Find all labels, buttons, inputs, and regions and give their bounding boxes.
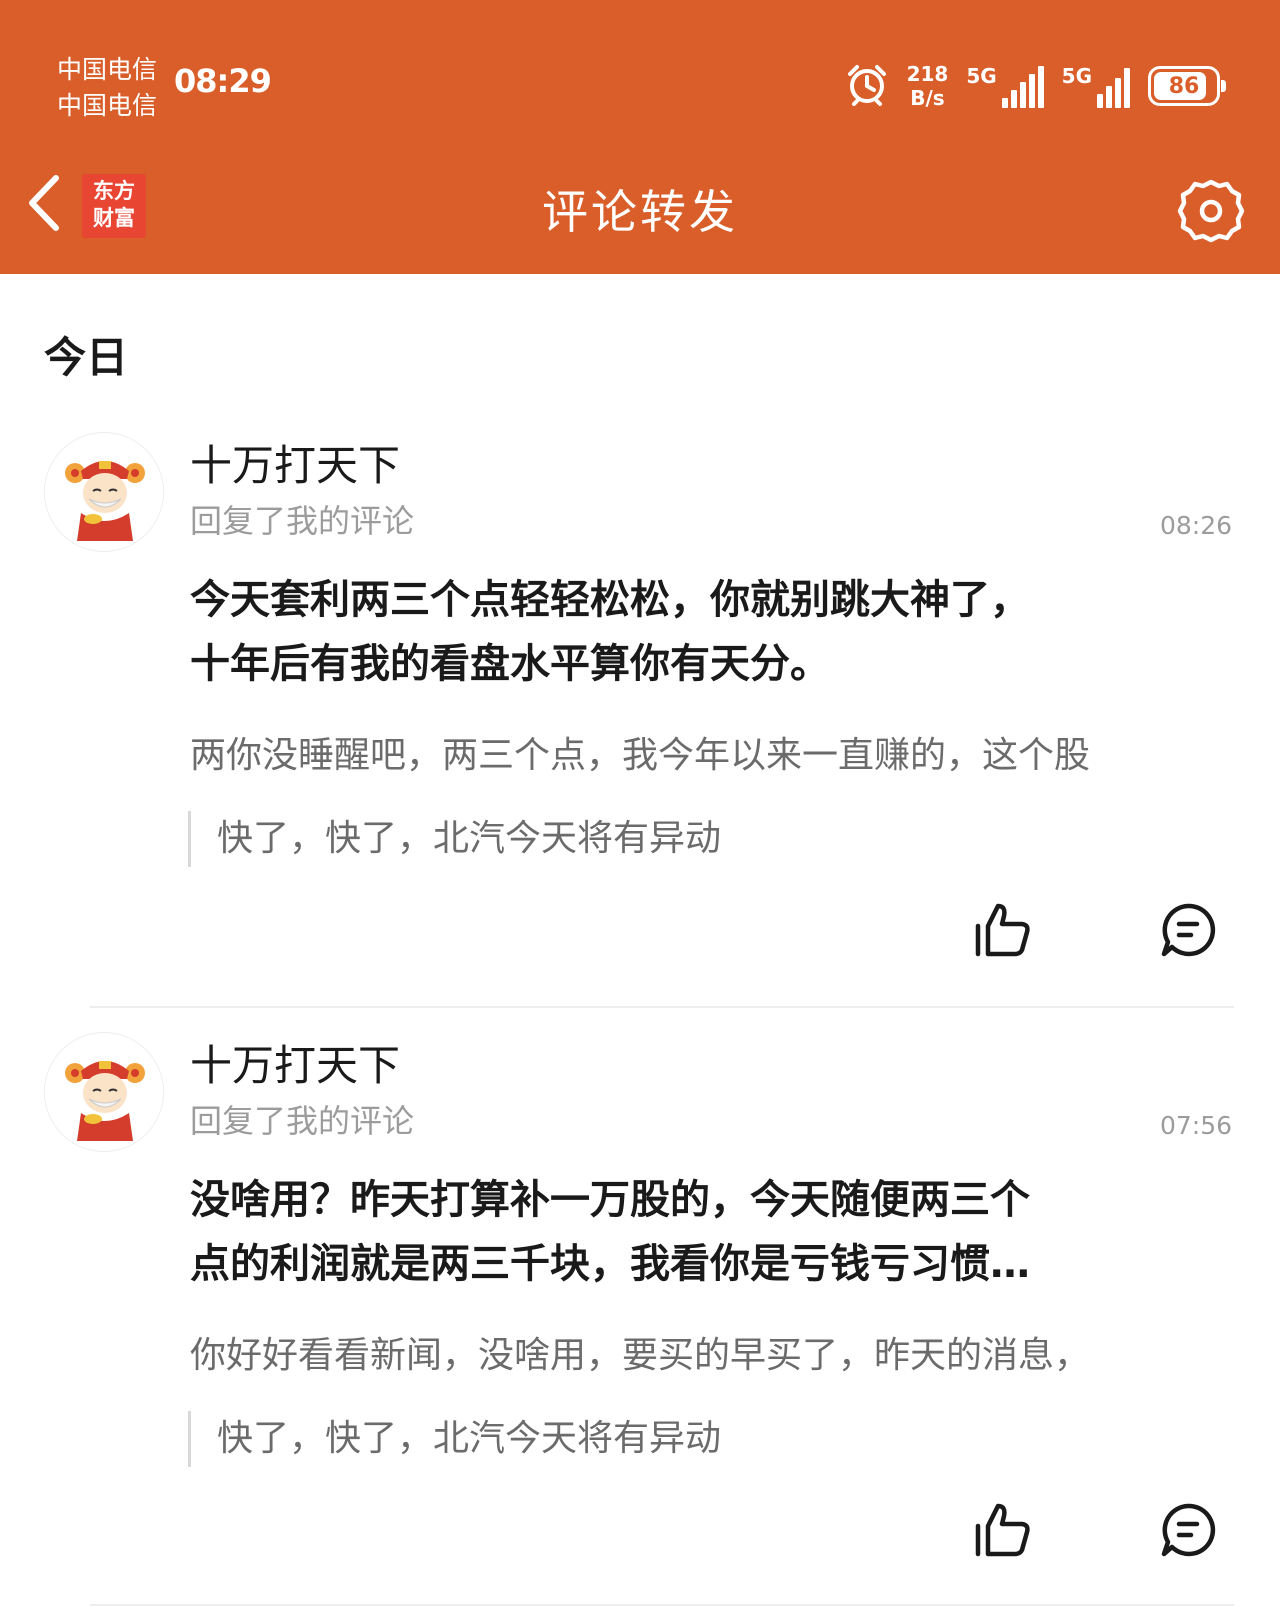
divider (90, 1604, 1234, 1606)
reply-button[interactable] (1160, 1502, 1216, 1558)
status-indicators: 218 B/s 5G 5G 86 (845, 58, 1226, 114)
action-text: 回复了我的评论 (190, 502, 415, 540)
carrier-info: 中国电信 中国电信 (57, 52, 157, 124)
signal-1-label: 5G (966, 64, 997, 88)
signal-bar (1010, 90, 1017, 108)
alarm-clock-icon (845, 62, 889, 110)
thumbs-up-icon (974, 1503, 1034, 1564)
section-label-today: 今日 (44, 333, 129, 382)
signal-bar (1028, 74, 1035, 108)
signal-bar (1001, 98, 1008, 108)
settings-button[interactable] (1176, 176, 1246, 246)
thumbs-up-icon (974, 903, 1034, 964)
timestamp: 08:26 (1159, 511, 1232, 540)
reply-line: 今天套利两三个点轻轻松松，你就别跳大神了， (190, 577, 1030, 623)
username[interactable]: 十万打天下 (190, 1032, 400, 1093)
username[interactable]: 十万打天下 (190, 432, 400, 493)
my-comment[interactable]: 两你没睡醒吧，两三个点，我今年以来一直赚的，这个股 (190, 726, 1240, 778)
timestamp: 07:56 (1159, 1111, 1232, 1140)
chat-bubble-icon (1160, 1503, 1216, 1562)
reply-line: 点的利润就是两三千块，我看你是亏钱亏习惯… (190, 1241, 1030, 1287)
carrier-2: 中国电信 (57, 91, 158, 120)
signal-bar (1124, 68, 1130, 108)
app-header: 中国电信 中国电信 08:29 218 B/s 5G 5G 86 东方 财富 评… (0, 0, 1280, 274)
quoted-post[interactable]: 快了，快了，北汽今天将有异动 (188, 811, 721, 867)
avatar-image (65, 1061, 145, 1141)
battery-icon: 86 (1148, 66, 1226, 106)
divider (90, 1006, 1234, 1008)
reply-button[interactable] (1160, 902, 1216, 958)
signal-bar (1019, 82, 1026, 108)
signal-icon: 5G (966, 64, 1044, 108)
like-button[interactable] (974, 900, 1034, 960)
reply-line: 没啥用？昨天打算补一万股的，今天随便两三个 (190, 1177, 1030, 1223)
reply-text[interactable]: 今天套利两三个点轻轻松松，你就别跳大神了， 十年后有我的看盘水平算你有天分。 (190, 568, 1200, 696)
network-speed: 218 B/s (907, 62, 949, 110)
gear-icon (1176, 179, 1246, 250)
signal-bar (1115, 78, 1121, 108)
page-title: 评论转发 (542, 185, 738, 239)
net-speed-value: 218 (906, 62, 949, 86)
avatar-image (65, 461, 145, 541)
carrier-1: 中国电信 (57, 55, 158, 84)
avatar[interactable] (44, 432, 164, 552)
my-comment[interactable]: 你好好看看新闻，没啥用，要买的早买了，昨天的消息， (190, 1326, 1240, 1378)
quoted-post[interactable]: 快了，快了，北汽今天将有异动 (188, 1411, 721, 1467)
chat-bubble-icon (1160, 903, 1216, 962)
reply-line: 十年后有我的看盘水平算你有天分。 (190, 641, 830, 687)
signal-bar (1097, 94, 1103, 108)
status-time: 08:29 (174, 62, 272, 100)
signal-bar (1106, 86, 1112, 108)
signal-bar (1037, 66, 1044, 108)
avatar[interactable] (44, 1032, 164, 1152)
action-text: 回复了我的评论 (190, 1102, 415, 1140)
signal-2-label: 5G (1061, 64, 1092, 88)
battery-nub (1221, 80, 1226, 92)
reply-text[interactable]: 没啥用？昨天打算补一万股的，今天随便两三个 点的利润就是两三千块，我看你是亏钱亏… (190, 1168, 1200, 1296)
battery-level: 86 (1168, 73, 1200, 99)
signal-icon: 5G (1062, 64, 1130, 108)
net-speed-unit: B/s (910, 86, 945, 110)
like-button[interactable] (974, 1500, 1034, 1560)
